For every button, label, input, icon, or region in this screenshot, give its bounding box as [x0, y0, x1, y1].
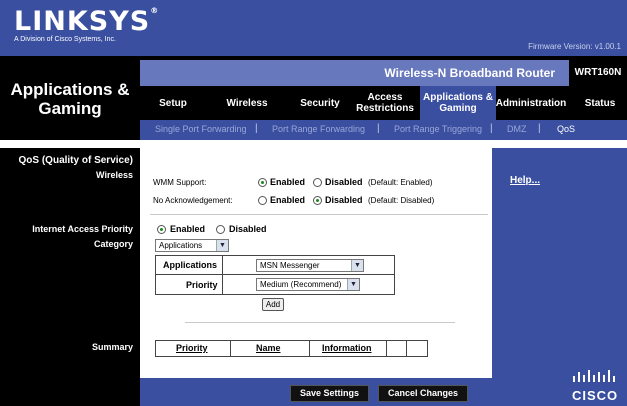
add-button[interactable]: Add [262, 298, 284, 311]
cancel-changes-button[interactable]: Cancel Changes [378, 385, 469, 402]
noack-default: (Default: Disabled) [368, 196, 435, 205]
wmm-label: WMM Support: [153, 178, 207, 187]
sub-separator: | [538, 123, 541, 134]
noack-enabled-radio[interactable] [258, 196, 267, 205]
tab-administration[interactable]: Administration [496, 86, 567, 120]
subtab-single-port-forwarding[interactable]: Single Port Forwarding [155, 124, 247, 134]
section-title: Applications & Gaming [10, 80, 130, 118]
tab-status[interactable]: Status [577, 86, 623, 120]
summary-col-name: Name [256, 343, 281, 353]
summary-col-divider [309, 340, 310, 357]
priority-label: Priority [186, 280, 218, 290]
wmm-enabled-label: Enabled [270, 177, 306, 187]
tab-setup[interactable]: Setup [148, 86, 198, 120]
summary-col-priority: Priority [176, 343, 208, 353]
iap-enabled-radio[interactable] [157, 225, 166, 234]
logo-text: LINKSYS [14, 6, 151, 37]
app-label: Applications [163, 260, 218, 270]
wmm-default: (Default: Enabled) [368, 178, 433, 187]
help-link[interactable]: Help... [510, 175, 540, 186]
priority-select[interactable]: Medium (Recommend) ▼ [256, 278, 360, 291]
separator-line [185, 322, 455, 323]
chevron-down-icon: ▼ [351, 260, 363, 271]
separator-line [150, 214, 488, 215]
product-name: Wireless-N Broadband Router [384, 66, 555, 80]
subtab-port-range-forwarding[interactable]: Port Range Forwarding [272, 124, 365, 134]
sub-separator: | [490, 123, 493, 134]
summary-col-divider [386, 340, 387, 357]
cisco-logo-text: CISCO [572, 388, 619, 403]
table-col-divider [222, 255, 223, 295]
chevron-down-icon: ▼ [347, 279, 359, 290]
sub-separator: | [255, 123, 258, 134]
chevron-down-icon: ▼ [216, 240, 228, 251]
noack-label: No Acknowledgement: [153, 196, 233, 205]
tab-access-restrictions[interactable]: Access Restrictions [354, 86, 416, 120]
summary-col-divider [406, 340, 407, 357]
tagline: A Division of Cisco Systems, Inc. [14, 36, 116, 43]
tab-security[interactable]: Security [292, 86, 348, 120]
summary-col-divider [230, 340, 231, 357]
application-select[interactable]: MSN Messenger ▼ [256, 259, 364, 272]
application-value: MSN Messenger [260, 261, 320, 270]
category-value: Applications [159, 241, 203, 250]
priority-value: Medium (Recommend) [260, 280, 342, 289]
tab-wireless[interactable]: Wireless [218, 86, 276, 120]
firmware-version: Firmware Version: v1.00.1 [528, 42, 621, 51]
wmm-enabled-radio[interactable] [258, 178, 267, 187]
subtab-dmz[interactable]: DMZ [507, 124, 527, 134]
subtab-qos[interactable]: QoS [557, 124, 575, 134]
summary-label: Summary [91, 342, 133, 352]
table-row-divider [155, 274, 395, 275]
summary-col-information: Information [322, 343, 372, 353]
subtab-port-range-triggering[interactable]: Port Range Triggering [394, 124, 482, 134]
noack-disabled-label: Disabled [325, 195, 363, 205]
iap-label: Internet Access Priority [32, 224, 133, 234]
wmm-disabled-radio[interactable] [313, 178, 322, 187]
registered-mark: ® [150, 6, 160, 15]
sub-separator: | [377, 123, 380, 134]
iap-disabled-radio[interactable] [216, 225, 225, 234]
noack-enabled-label: Enabled [270, 195, 306, 205]
category-label: Category [93, 239, 133, 249]
wireless-label: Wireless [96, 170, 133, 180]
category-select[interactable]: Applications ▼ [155, 239, 229, 252]
content-divider [0, 140, 627, 148]
iap-enabled-label: Enabled [170, 224, 206, 234]
model-badge: WRT160N [569, 60, 627, 86]
iap-disabled-label: Disabled [229, 224, 267, 234]
wmm-disabled-label: Disabled [325, 177, 363, 187]
linksys-logo: LINKSYS® [14, 6, 159, 37]
tab-applications-gaming[interactable]: Applications & Gaming [420, 86, 496, 120]
save-settings-button[interactable]: Save Settings [290, 385, 370, 402]
noack-disabled-radio[interactable] [313, 196, 322, 205]
qos-title: QoS (Quality of Service) [18, 155, 133, 166]
